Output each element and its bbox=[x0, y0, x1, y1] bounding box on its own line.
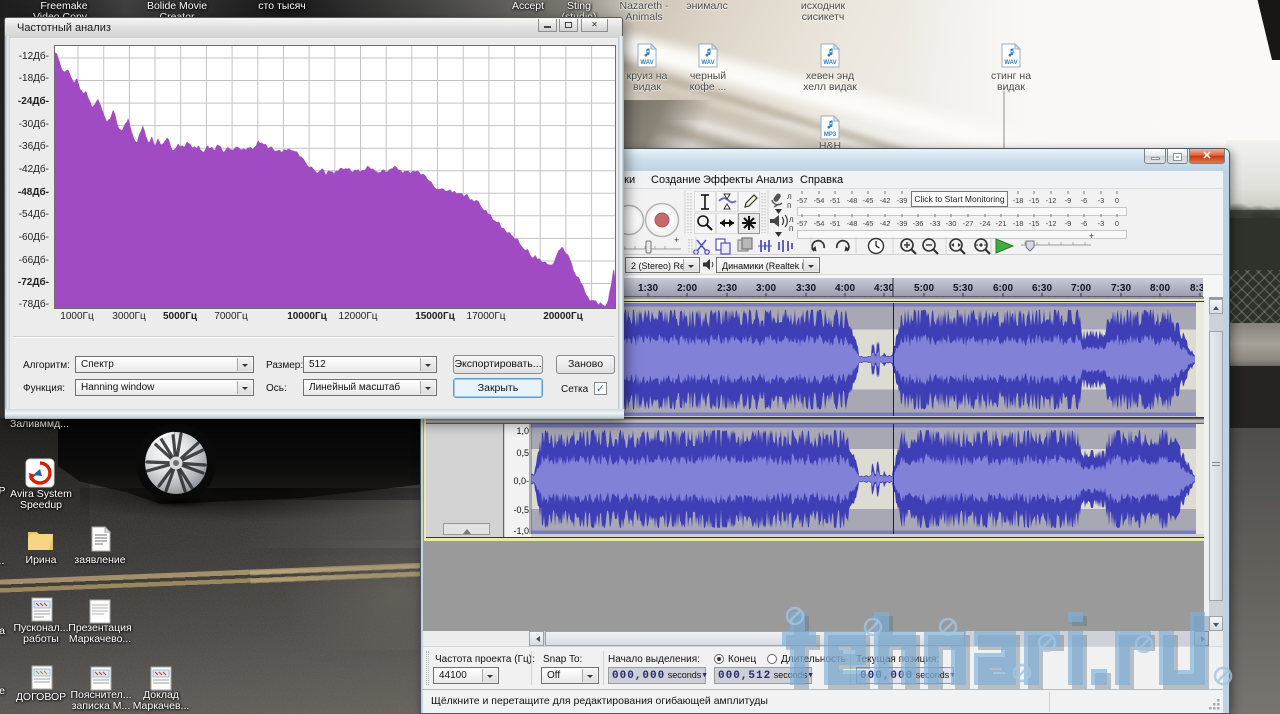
svg-text:-27: -27 bbox=[963, 219, 974, 228]
svg-text:-42: -42 bbox=[880, 219, 891, 228]
svg-text:8:00: 8:00 bbox=[1150, 283, 1170, 294]
svg-text:-45: -45 bbox=[863, 196, 874, 205]
svg-text:7:00: 7:00 bbox=[1071, 283, 1091, 294]
svg-text:2:30: 2:30 bbox=[717, 283, 737, 294]
svg-text:1:30: 1:30 bbox=[638, 283, 658, 294]
svg-text:-18: -18 bbox=[1013, 196, 1024, 205]
svg-text:-30: -30 bbox=[946, 219, 957, 228]
svg-text:4:30: 4:30 bbox=[874, 283, 894, 294]
svg-text:+: + bbox=[674, 235, 679, 245]
svg-text:5:30: 5:30 bbox=[953, 283, 973, 294]
svg-text:0: 0 bbox=[1115, 219, 1119, 228]
svg-text:-15: -15 bbox=[1029, 196, 1040, 205]
svg-text:-36: -36 bbox=[913, 219, 924, 228]
svg-text:-24: -24 bbox=[980, 219, 991, 228]
svg-text:WAV: WAV bbox=[701, 60, 714, 66]
svg-text:-21: -21 bbox=[996, 219, 1007, 228]
svg-text:-9: -9 bbox=[1065, 219, 1072, 228]
svg-text:-54: -54 bbox=[814, 219, 825, 228]
svg-text:-39: -39 bbox=[897, 219, 908, 228]
svg-text:-6: -6 bbox=[1081, 219, 1088, 228]
svg-text:6:30: 6:30 bbox=[1032, 283, 1052, 294]
svg-text:-51: -51 bbox=[830, 196, 841, 205]
svg-text:п: п bbox=[787, 201, 791, 210]
svg-text:3:00: 3:00 bbox=[756, 283, 776, 294]
svg-text:WAV: WAV bbox=[640, 60, 653, 66]
svg-text:-57: -57 bbox=[797, 219, 808, 228]
svg-text:-45: -45 bbox=[863, 219, 874, 228]
svg-text:-3: -3 bbox=[1098, 196, 1105, 205]
svg-text:6:00: 6:00 bbox=[993, 283, 1013, 294]
svg-text:-6: -6 bbox=[1081, 196, 1088, 205]
svg-text:0: 0 bbox=[1115, 196, 1119, 205]
svg-text:-33: -33 bbox=[930, 219, 941, 228]
svg-text:4:00: 4:00 bbox=[835, 283, 855, 294]
svg-text:5:00: 5:00 bbox=[914, 283, 934, 294]
svg-text:-54: -54 bbox=[814, 196, 825, 205]
svg-text:-48: -48 bbox=[847, 219, 858, 228]
svg-text:-12: -12 bbox=[1046, 219, 1057, 228]
svg-text:л: л bbox=[787, 192, 792, 201]
svg-text:8:30: 8:30 bbox=[1190, 283, 1203, 294]
svg-text:+: + bbox=[1089, 231, 1094, 241]
svg-text:-15: -15 bbox=[1029, 219, 1040, 228]
svg-text:MP3: MP3 bbox=[824, 132, 837, 138]
svg-text:WAV: WAV bbox=[823, 60, 836, 66]
svg-text:л: л bbox=[789, 215, 794, 224]
svg-text:-39: -39 bbox=[897, 196, 908, 205]
svg-text:-9: -9 bbox=[1065, 196, 1072, 205]
svg-text:-42: -42 bbox=[880, 196, 891, 205]
svg-text:п: п bbox=[789, 224, 793, 233]
svg-text:-48: -48 bbox=[847, 196, 858, 205]
svg-text:-12: -12 bbox=[1046, 196, 1057, 205]
svg-text:7:30: 7:30 bbox=[1111, 283, 1131, 294]
svg-text:-3: -3 bbox=[1098, 219, 1105, 228]
svg-text:2:00: 2:00 bbox=[677, 283, 697, 294]
svg-text:-18: -18 bbox=[1013, 219, 1024, 228]
svg-text:-57: -57 bbox=[797, 196, 808, 205]
svg-text:-51: -51 bbox=[830, 219, 841, 228]
svg-text:WAV: WAV bbox=[1004, 60, 1017, 66]
svg-text:3:30: 3:30 bbox=[796, 283, 816, 294]
